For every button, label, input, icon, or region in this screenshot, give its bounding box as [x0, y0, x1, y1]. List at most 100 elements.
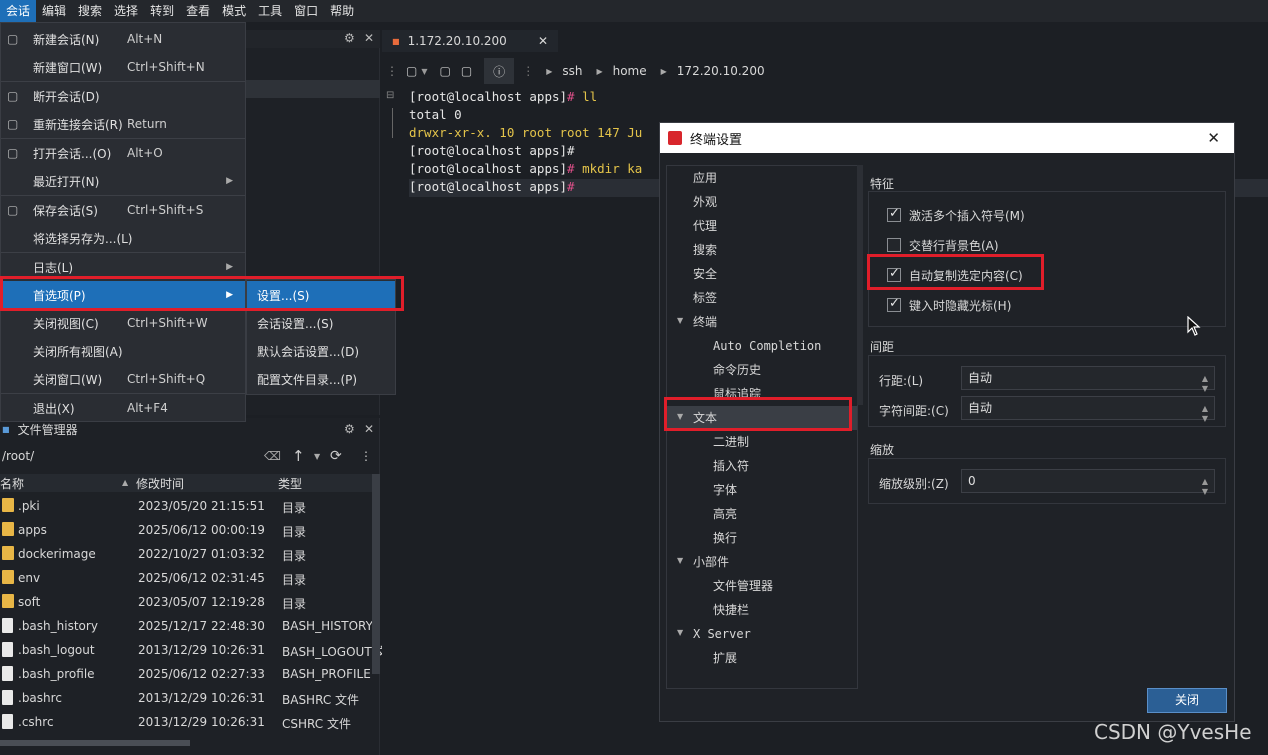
close-icon[interactable]: ✕ — [538, 34, 548, 48]
menu-item-save-selection[interactable]: 将选择另存为...(L) — [1, 224, 245, 252]
column-type[interactable]: 类型 — [278, 475, 302, 492]
close-icon[interactable]: ✕ — [364, 422, 374, 436]
nav-item-file-manager[interactable]: 文件管理器 — [713, 574, 773, 598]
menu-select[interactable]: 选择 — [108, 0, 144, 22]
chevron-down-icon[interactable]: ▼ — [417, 67, 427, 76]
breadcrumb-host[interactable]: 172.20.10.200 — [667, 64, 765, 78]
menu-help[interactable]: 帮助 — [324, 0, 360, 22]
column-time[interactable]: 修改时间 — [136, 475, 184, 492]
menu-item-disconnect[interactable]: ▢ 断开会话(D) — [1, 82, 245, 110]
nav-item-quick-bar[interactable]: 快捷栏 — [713, 598, 749, 622]
checkbox-hide-cursor-typing[interactable] — [887, 296, 901, 312]
more-icon[interactable]: ⋮ — [360, 449, 372, 463]
nav-item-security[interactable]: 安全 — [693, 262, 717, 286]
menu-search[interactable]: 搜索 — [72, 0, 108, 22]
submenu-item-session-settings[interactable]: 会话设置...(S) — [247, 309, 395, 337]
nav-item-tabs[interactable]: 标签 — [693, 286, 717, 310]
nav-item-wrap[interactable]: 换行 — [713, 526, 737, 550]
submenu-item-settings[interactable]: 设置...(S) — [247, 281, 395, 309]
menu-item-close-all-views[interactable]: 关闭所有视图(A) — [1, 337, 245, 365]
nav-item-app[interactable]: 应用 — [693, 166, 717, 190]
file-path-bar[interactable]: /root/ ⌫ ↑ ▼ ⟳ ⋮ — [0, 444, 380, 468]
table-row[interactable]: .bashrc 2013/12/29 10:26:31 BASHRC 文件 — [0, 686, 372, 710]
nav-item-extensions[interactable]: 扩展 — [713, 646, 737, 670]
nav-item-font[interactable]: 字体 — [713, 478, 737, 502]
submenu-item-profile-directory[interactable]: 配置文件目录...(P) — [247, 365, 395, 393]
table-row[interactable]: .bash_profile 2025/06/12 02:27:33 BASH_PRO… — [0, 662, 372, 686]
checkbox-auto-copy-selection[interactable] — [887, 266, 901, 282]
close-button[interactable]: 关闭 — [1147, 688, 1227, 713]
gear-icon[interactable]: ⚙ — [344, 31, 355, 45]
breadcrumb-ssh[interactable]: ssh — [552, 64, 582, 78]
horizontal-scrollbar[interactable] — [0, 740, 190, 746]
spin-down-icon[interactable]: ▼ — [1202, 408, 1208, 430]
nav-item-command-history[interactable]: 命令历史 — [713, 358, 761, 382]
chevron-down-icon[interactable]: ▼ — [677, 556, 683, 565]
breadcrumb-home[interactable]: home — [603, 64, 647, 78]
nav-item-text[interactable]: 文本 — [667, 406, 857, 430]
clear-icon[interactable]: ⌫ — [264, 449, 281, 463]
table-row[interactable]: .cshrc 2013/12/29 10:26:31 CSHRC 文件 — [0, 710, 372, 734]
tab-session[interactable]: ■ 1.172.20.10.200 ✕ — [382, 30, 558, 52]
fold-icon[interactable]: ⊟ — [386, 90, 394, 101]
table-row[interactable]: .pki 2023/05/20 21:15:51 目录 — [0, 494, 372, 518]
nav-item-widgets[interactable]: 小部件 — [693, 550, 729, 574]
menu-mode[interactable]: 模式 — [216, 0, 252, 22]
column-name[interactable]: 名称 — [0, 475, 24, 492]
nav-item-auto-completion[interactable]: Auto Completion — [713, 334, 821, 358]
disconnect-icon[interactable]: ▢ — [428, 64, 451, 78]
menu-item-preferences[interactable]: 首选项(P) ▶ — [1, 281, 245, 309]
nav-item-x-server[interactable]: X Server — [693, 622, 751, 646]
spin-down-icon[interactable]: ▼ — [1202, 481, 1208, 503]
menu-item-log[interactable]: 日志(L) ▶ — [1, 253, 245, 281]
menu-item-save-session[interactable]: ▢ 保存会话(S) Ctrl+Shift+S — [1, 196, 245, 224]
reconnect-icon[interactable]: ▢ — [451, 64, 472, 78]
menu-goto[interactable]: 转到 — [144, 0, 180, 22]
menu-item-recent[interactable]: 最近打开(N) ▶ — [1, 167, 245, 195]
nav-item-appearance[interactable]: 外观 — [693, 190, 717, 214]
table-row[interactable]: .bash_logout 2013/12/29 10:26:31 BASH_LOGO… — [0, 638, 387, 662]
new-tab-icon[interactable]: ▢ — [398, 64, 417, 78]
checkbox-alternate-row-bg[interactable] — [887, 238, 901, 252]
table-row[interactable]: apps 2025/06/12 00:00:19 目录 — [0, 518, 372, 542]
menu-item-close-view[interactable]: 关闭视图(C) Ctrl+Shift+W — [1, 309, 245, 337]
nav-item-terminal[interactable]: 终端 — [693, 310, 717, 334]
close-icon[interactable]: ✕ — [364, 31, 374, 45]
close-icon[interactable]: ✕ — [1207, 129, 1220, 147]
nav-item-caret[interactable]: 插入符 — [713, 454, 749, 478]
table-row[interactable]: soft 2023/05/07 12:19:28 目录 — [0, 590, 372, 614]
menu-view[interactable]: 查看 — [180, 0, 216, 22]
menu-item-exit[interactable]: 退出(X) Alt+F4 — [1, 394, 245, 422]
nav-scrollbar[interactable] — [857, 165, 863, 405]
gear-icon[interactable]: ⚙ — [344, 422, 355, 436]
menu-edit[interactable]: 编辑 — [36, 0, 72, 22]
refresh-icon[interactable]: ⟳ — [330, 448, 342, 464]
info-icon[interactable]: ⓘ — [484, 58, 515, 84]
menu-tools[interactable]: 工具 — [252, 0, 288, 22]
chevron-down-icon[interactable]: ▼ — [677, 316, 683, 325]
nav-item-highlight[interactable]: 高亮 — [713, 502, 737, 526]
zoom-level-spinbox[interactable]: 0 ▲ ▼ — [961, 469, 1215, 496]
menu-item-close-window[interactable]: 关闭窗口(W) Ctrl+Shift+Q — [1, 365, 245, 393]
up-arrow-icon[interactable]: ↑ — [292, 447, 305, 465]
menu-window[interactable]: 窗口 — [288, 0, 324, 22]
chevron-down-icon[interactable]: ▼ — [677, 628, 683, 637]
menu-item-new-window[interactable]: 新建窗口(W) Ctrl+Shift+N — [1, 53, 245, 81]
menu-item-reconnect[interactable]: ▢ 重新连接会话(R) Return — [1, 110, 245, 138]
scrollbar[interactable] — [372, 474, 380, 674]
menu-item-open-session[interactable]: ▢ 打开会话...(O) Alt+O — [1, 139, 245, 167]
chevron-down-icon[interactable]: ▼ — [677, 412, 683, 421]
menu-item-new-session[interactable]: ▢ 新建会话(N) Alt+N — [1, 25, 245, 53]
checkbox-multiple-carets[interactable] — [887, 206, 901, 222]
menu-session[interactable]: 会话 — [0, 0, 37, 22]
char-spacing-spinbox[interactable]: 自动 ▲ ▼ — [961, 396, 1215, 423]
table-row[interactable]: env 2025/06/12 02:31:45 目录 — [0, 566, 372, 590]
nav-item-binary[interactable]: 二进制 — [713, 430, 749, 454]
line-spacing-spinbox[interactable]: 自动 ▲ ▼ — [961, 366, 1215, 393]
table-row[interactable]: dockerimage 2022/10/27 01:03:32 目录 — [0, 542, 372, 566]
nav-item-mouse-tracking[interactable]: 鼠标追踪 — [713, 382, 761, 406]
submenu-item-default-session-settings[interactable]: 默认会话设置...(D) — [247, 337, 395, 365]
nav-item-search[interactable]: 搜索 — [693, 238, 717, 262]
chevron-down-icon[interactable]: ▼ — [314, 452, 320, 461]
session-row[interactable] — [246, 80, 380, 98]
